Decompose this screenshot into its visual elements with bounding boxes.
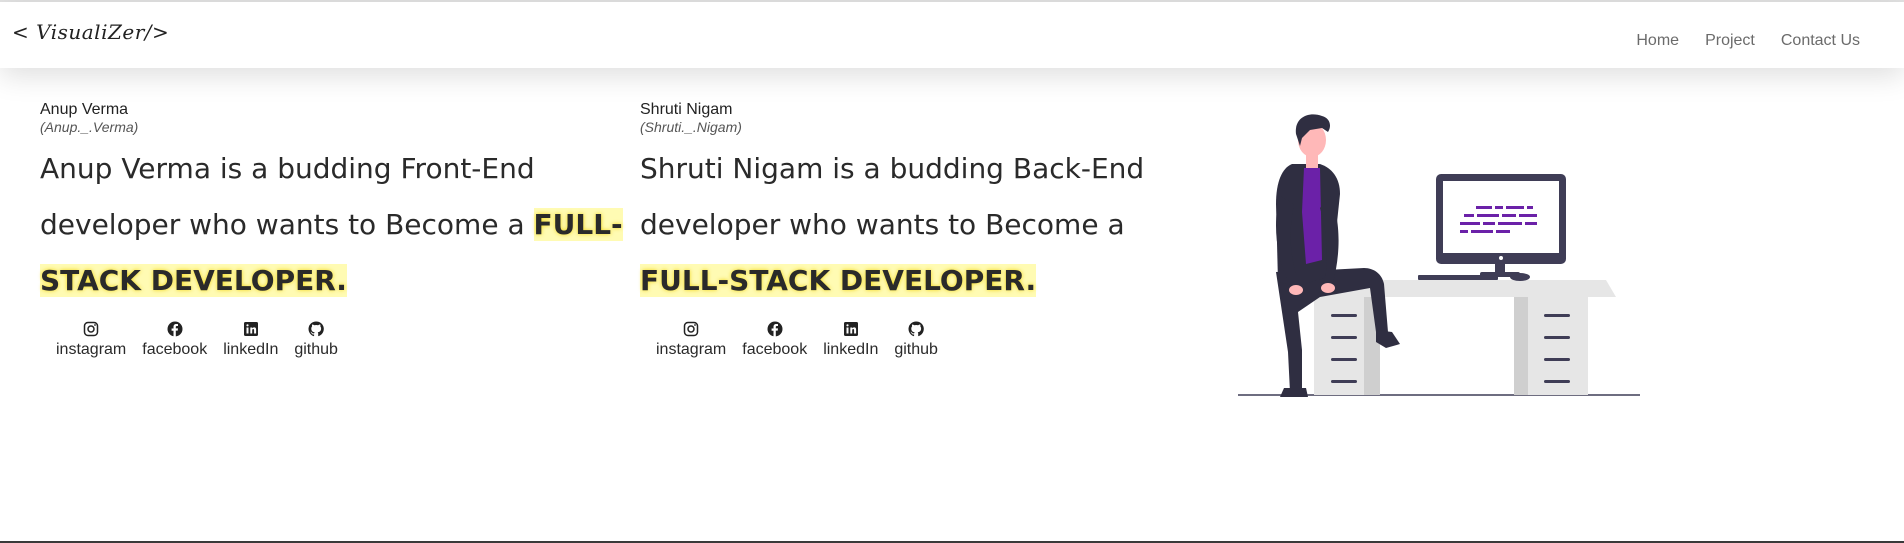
facebook-icon xyxy=(167,321,183,337)
navbar: < VisualiZer/> Home Project Contact Us xyxy=(0,2,1904,68)
social-label: instagram xyxy=(656,341,727,358)
profile-handle: (Shruti._.Nigam) xyxy=(640,119,742,135)
instagram-icon xyxy=(83,321,99,337)
profile-handle: (Anup._.Verma) xyxy=(40,119,139,135)
developer-desk-illustration xyxy=(1238,114,1640,397)
bio-highlight: FULL-STACK DEVELOPER. xyxy=(640,264,1037,297)
social-label: instagram xyxy=(56,341,127,358)
linkedin-icon xyxy=(243,322,258,336)
profile-bio: Anup Verma is a budding Front-End develo… xyxy=(40,141,630,309)
social-link-github[interactable]: github xyxy=(894,321,938,359)
nav-link-project[interactable]: Project xyxy=(1705,32,1755,50)
profile-name: Shruti Nigam xyxy=(640,101,733,118)
profile-name: Anup Verma xyxy=(40,101,129,118)
nav-link-home[interactable]: Home xyxy=(1636,32,1679,50)
nav-links: Home Project Contact Us xyxy=(1636,32,1860,50)
github-icon xyxy=(908,321,924,337)
social-label: github xyxy=(894,341,938,358)
linkedin-icon xyxy=(843,322,858,336)
social-link-facebook[interactable]: facebook xyxy=(742,321,807,359)
social-link-instagram[interactable]: instagram xyxy=(56,321,126,359)
facebook-icon xyxy=(767,321,783,337)
social-link-facebook[interactable]: facebook xyxy=(142,321,207,359)
profile-bio: Shruti Nigam is a budding Back-End devel… xyxy=(640,141,1180,309)
social-label: linkedIn xyxy=(823,341,879,358)
bio-text: Anup Verma is a budding Front-End develo… xyxy=(40,152,535,241)
social-link-github[interactable]: github xyxy=(294,321,338,359)
bio-text: Shruti Nigam is a budding Back-End devel… xyxy=(640,152,1145,241)
github-icon xyxy=(308,321,324,337)
social-links: instagram facebook linkedIn github xyxy=(640,321,1180,359)
social-link-linkedin[interactable]: linkedIn xyxy=(823,321,878,359)
social-link-linkedin[interactable]: linkedIn xyxy=(223,321,278,359)
profile-card-shruti: Shruti Nigam (Shruti._.Nigam) Shruti Nig… xyxy=(640,100,1180,359)
social-links: instagram facebook linkedIn github xyxy=(40,321,630,359)
profile-card-anup: Anup Verma (Anup._.Verma) Anup Verma is … xyxy=(40,100,630,359)
social-label: facebook xyxy=(742,341,808,358)
nav-link-contact-us[interactable]: Contact Us xyxy=(1781,32,1860,50)
social-label: facebook xyxy=(142,341,208,358)
social-label: linkedIn xyxy=(223,341,279,358)
logo[interactable]: < VisualiZer/> xyxy=(12,20,169,44)
social-label: github xyxy=(294,341,338,358)
instagram-icon xyxy=(683,321,699,337)
social-link-instagram[interactable]: instagram xyxy=(656,321,726,359)
